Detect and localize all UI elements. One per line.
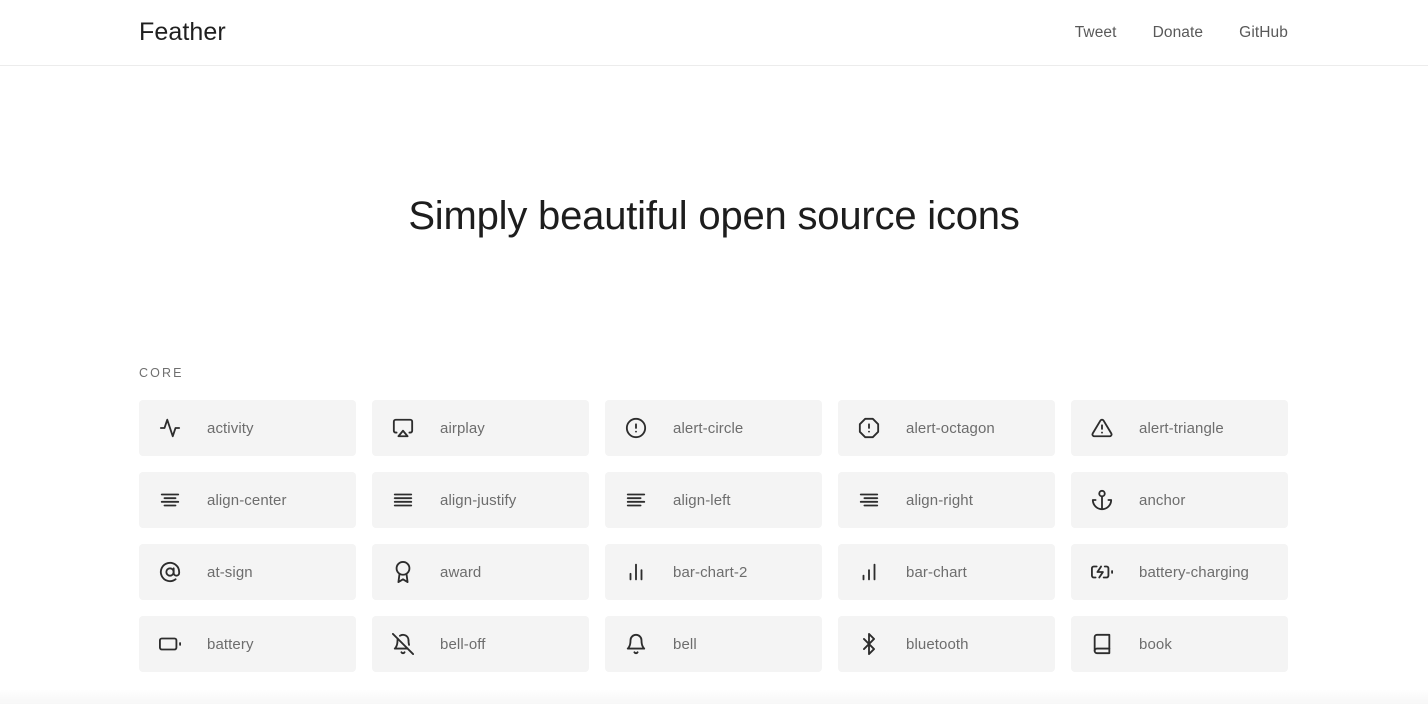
icon-card-bar-chart-2[interactable]: bar-chart-2	[605, 544, 822, 600]
icon-card-label: anchor	[1139, 491, 1186, 509]
battery-icon	[158, 632, 182, 656]
icon-card-label: airplay	[440, 419, 485, 437]
bluetooth-icon	[857, 632, 881, 656]
icon-card-book[interactable]: book	[1071, 616, 1288, 672]
anchor-icon	[1090, 488, 1114, 512]
icon-card-bluetooth[interactable]: bluetooth	[838, 616, 1055, 672]
icon-card-align-justify[interactable]: align-justify	[372, 472, 589, 528]
site-wordmark: Feather	[139, 18, 226, 46]
icon-card-label: award	[440, 563, 482, 581]
icon-card-label: activity	[207, 419, 254, 437]
icon-card-alert-octagon[interactable]: alert-octagon	[838, 400, 1055, 456]
icon-card-bell[interactable]: bell	[605, 616, 822, 672]
icon-card-label: at-sign	[207, 563, 253, 581]
airplay-icon	[391, 416, 415, 440]
icon-card-at-sign[interactable]: at-sign	[139, 544, 356, 600]
activity-icon	[158, 416, 182, 440]
bell-off-icon	[391, 632, 415, 656]
icon-card-label: bell	[673, 635, 697, 653]
bell-icon	[624, 632, 648, 656]
icon-card-anchor[interactable]: anchor	[1071, 472, 1288, 528]
icon-card-label: battery	[207, 635, 254, 653]
icon-card-label: alert-triangle	[1139, 419, 1224, 437]
icon-card-battery[interactable]: battery	[139, 616, 356, 672]
align-center-icon	[158, 488, 182, 512]
alert-circle-icon	[624, 416, 648, 440]
icon-card-label: battery-charging	[1139, 563, 1249, 581]
bar-chart-icon	[857, 560, 881, 584]
icon-grid: activity airplay alert-circle alert-octagon…	[139, 400, 1288, 672]
icon-card-bell-off[interactable]: bell-off	[372, 616, 589, 672]
icon-card-activity[interactable]: activity	[139, 400, 356, 456]
award-icon	[391, 560, 415, 584]
align-left-icon	[624, 488, 648, 512]
icon-card-bar-chart[interactable]: bar-chart	[838, 544, 1055, 600]
icon-card-label: align-center	[207, 491, 287, 509]
icon-card-label: align-left	[673, 491, 731, 509]
icon-card-label: align-right	[906, 491, 973, 509]
alert-octagon-icon	[857, 416, 881, 440]
align-justify-icon	[391, 488, 415, 512]
bottom-scroll-fade	[0, 690, 1428, 704]
page-title: Simply beautiful open source icons	[408, 194, 1020, 238]
icon-card-align-right[interactable]: align-right	[838, 472, 1055, 528]
icon-card-label: book	[1139, 635, 1172, 653]
icon-card-label: alert-octagon	[906, 419, 995, 437]
main-nav: Tweet Donate GitHub	[1075, 24, 1288, 42]
nav-link-tweet[interactable]: Tweet	[1075, 24, 1117, 42]
hero-section: Simply beautiful open source icons	[0, 66, 1428, 366]
battery-charging-icon	[1090, 560, 1114, 584]
icon-card-label: alert-circle	[673, 419, 744, 437]
alert-triangle-icon	[1090, 416, 1114, 440]
icon-card-battery-charging[interactable]: battery-charging	[1071, 544, 1288, 600]
nav-link-github[interactable]: GitHub	[1239, 24, 1288, 42]
icon-card-label: bar-chart-2	[673, 563, 748, 581]
at-sign-icon	[158, 560, 182, 584]
icon-card-label: align-justify	[440, 491, 517, 509]
icon-card-alert-circle[interactable]: alert-circle	[605, 400, 822, 456]
bar-chart-2-icon	[624, 560, 648, 584]
section-label-core: CORE	[139, 366, 184, 380]
icon-card-label: bar-chart	[906, 563, 967, 581]
icon-card-label: bell-off	[440, 635, 486, 653]
icon-card-align-center[interactable]: align-center	[139, 472, 356, 528]
icon-card-award[interactable]: award	[372, 544, 589, 600]
icon-card-alert-triangle[interactable]: alert-triangle	[1071, 400, 1288, 456]
align-right-icon	[857, 488, 881, 512]
icon-card-label: bluetooth	[906, 635, 969, 653]
book-icon	[1090, 632, 1114, 656]
icon-card-align-left[interactable]: align-left	[605, 472, 822, 528]
nav-link-donate[interactable]: Donate	[1153, 24, 1204, 42]
icons-section: CORE activity airplay alert-circle alert-oc…	[0, 366, 1428, 672]
icon-card-airplay[interactable]: airplay	[372, 400, 589, 456]
site-header: Feather Tweet Donate GitHub	[0, 0, 1428, 66]
